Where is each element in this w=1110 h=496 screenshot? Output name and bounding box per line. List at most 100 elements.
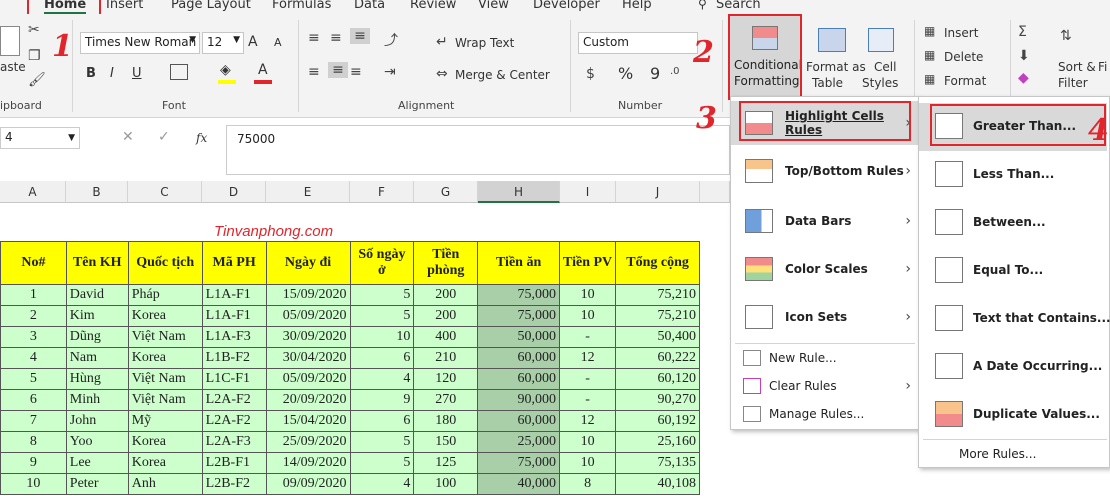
menu-item-data-bars[interactable]: Data Bars › [731,199,919,243]
column-header-k[interactable] [700,181,730,203]
column-header-j[interactable]: J [616,181,700,203]
bold-button[interactable]: B [86,66,96,81]
table-cell[interactable]: 6 [349,347,415,369]
header-cell[interactable]: Tổng cộng [615,241,700,285]
table-cell[interactable]: 200 [413,284,479,306]
insert-function-button[interactable]: fx [196,131,207,145]
table-cell[interactable]: 60,000 [477,347,561,369]
table-cell[interactable]: 10 [0,473,67,495]
table-cell[interactable]: 9 [349,389,415,411]
table-cell[interactable]: L1C-F1 [201,368,267,390]
table-cell[interactable]: 05/09/2020 [265,368,351,390]
orientation-icon[interactable]: ⤴ [384,30,398,50]
table-cell[interactable]: L2B-F1 [201,452,267,474]
menu-item-manage-rules[interactable]: Manage Rules... [731,403,919,425]
header-cell[interactable]: Mã PH [201,241,267,285]
table-cell[interactable]: 60,000 [477,410,561,432]
menu-item-highlight-cells-rules[interactable]: Highlight Cells Rules › [731,101,919,145]
clear-icon[interactable]: ◆ [1018,70,1029,86]
header-cell[interactable]: No# [0,241,67,285]
table-cell[interactable]: 20/09/2020 [265,389,351,411]
column-header-h[interactable]: H [478,181,560,203]
column-header-e[interactable]: E [266,181,350,203]
table-cell[interactable]: 75,000 [477,305,561,327]
tab-view[interactable]: View [478,0,509,12]
enter-icon[interactable]: ✓ [158,129,170,145]
tab-data[interactable]: Data [354,0,385,12]
table-cell[interactable]: 25,000 [477,431,561,453]
table-cell[interactable]: 5 [349,284,415,306]
table-cell[interactable]: 10 [559,431,617,453]
table-cell[interactable]: 75,000 [477,452,561,474]
table-cell[interactable]: 270 [413,389,479,411]
search-icon[interactable]: ⚲ [698,0,707,11]
table-cell[interactable]: Anh [127,473,203,495]
table-cell[interactable]: Việt Nam [127,368,203,390]
increase-decimal-icon[interactable]: .0 [670,66,680,77]
header-cell[interactable]: Số ngày ở [349,241,415,285]
table-cell[interactable]: 75,210 [615,284,700,306]
formula-input[interactable]: 75000 [226,125,730,175]
table-cell[interactable]: Pháp [127,284,203,306]
font-color-icon[interactable]: A [258,62,268,78]
table-cell[interactable]: 15/09/2020 [265,284,351,306]
table-cell[interactable]: 10 [559,284,617,306]
indent-icon[interactable]: ⇥ [384,64,396,80]
table-cell[interactable]: Peter [65,473,129,495]
column-header-d[interactable]: D [202,181,266,203]
number-format-select[interactable]: Custom [578,32,698,54]
table-cell[interactable]: 30/09/2020 [265,326,351,348]
table-cell[interactable]: 4 [349,473,415,495]
table-cell[interactable]: 5 [349,452,415,474]
table-cell[interactable]: 5 [349,431,415,453]
menu-item-clear-rules[interactable]: Clear Rules › [731,375,919,397]
font-size-select[interactable]: 12 ▼ [202,32,244,54]
merge-center-button[interactable]: Merge & Center [455,68,550,82]
column-header-g[interactable]: G [414,181,478,203]
menu-item-duplicate-values[interactable]: Duplicate Values... [919,391,1107,439]
italic-button[interactable]: I [110,66,114,81]
table-cell[interactable]: 150 [413,431,479,453]
tab-insert[interactable]: Insert [106,0,143,12]
table-cell[interactable]: L1B-F2 [201,347,267,369]
table-cell[interactable]: 3 [0,326,67,348]
copy-icon[interactable]: ❐ [28,48,41,64]
table-cell[interactable]: 14/09/2020 [265,452,351,474]
menu-item-more-rules[interactable]: More Rules... [959,447,1036,461]
header-cell[interactable]: Tiền phòng [413,241,479,285]
table-cell[interactable]: L2A-F3 [201,431,267,453]
header-cell[interactable]: Quốc tịch [127,241,203,285]
table-cell[interactable]: 12 [559,347,617,369]
column-header-i[interactable]: I [560,181,616,203]
table-cell[interactable]: Việt Nam [127,389,203,411]
menu-item-less-than[interactable]: Less Than... [919,151,1107,199]
menu-item-text-contains[interactable]: Text that Contains... [919,295,1110,343]
table-cell[interactable]: - [559,326,617,348]
format-cells-button[interactable]: Format [944,74,986,88]
table-cell[interactable]: 90,270 [615,389,700,411]
table-cell[interactable]: L1A-F3 [201,326,267,348]
format-as-table-line1[interactable]: Format as [806,60,866,74]
table-cell[interactable]: 25/09/2020 [265,431,351,453]
menu-item-greater-than[interactable]: Greater Than... [919,103,1107,151]
tab-review[interactable]: Review [410,0,456,12]
table-cell[interactable]: 75,000 [477,284,561,306]
table-cell[interactable]: 60,192 [615,410,700,432]
table-cell[interactable]: 50,000 [477,326,561,348]
table-cell[interactable]: 75,210 [615,305,700,327]
table-cell[interactable]: Nam [65,347,129,369]
cancel-icon[interactable]: ✕ [122,129,134,145]
table-cell[interactable]: - [559,389,617,411]
table-cell[interactable]: 10 [559,305,617,327]
align-left-icon[interactable]: ≡ [308,64,320,80]
align-center-icon[interactable]: ≡ [328,62,348,78]
paste-label[interactable]: aste [0,60,26,74]
table-cell[interactable]: 400 [413,326,479,348]
table-cell[interactable]: 2 [0,305,67,327]
table-cell[interactable]: Korea [127,305,203,327]
table-cell[interactable]: 15/04/2020 [265,410,351,432]
align-bottom-icon[interactable]: ≡ [350,28,370,44]
format-painter-icon[interactable]: 🖌 [28,72,46,88]
table-cell[interactable]: 9 [0,452,67,474]
fill-color-icon[interactable]: ◈ [220,62,231,78]
